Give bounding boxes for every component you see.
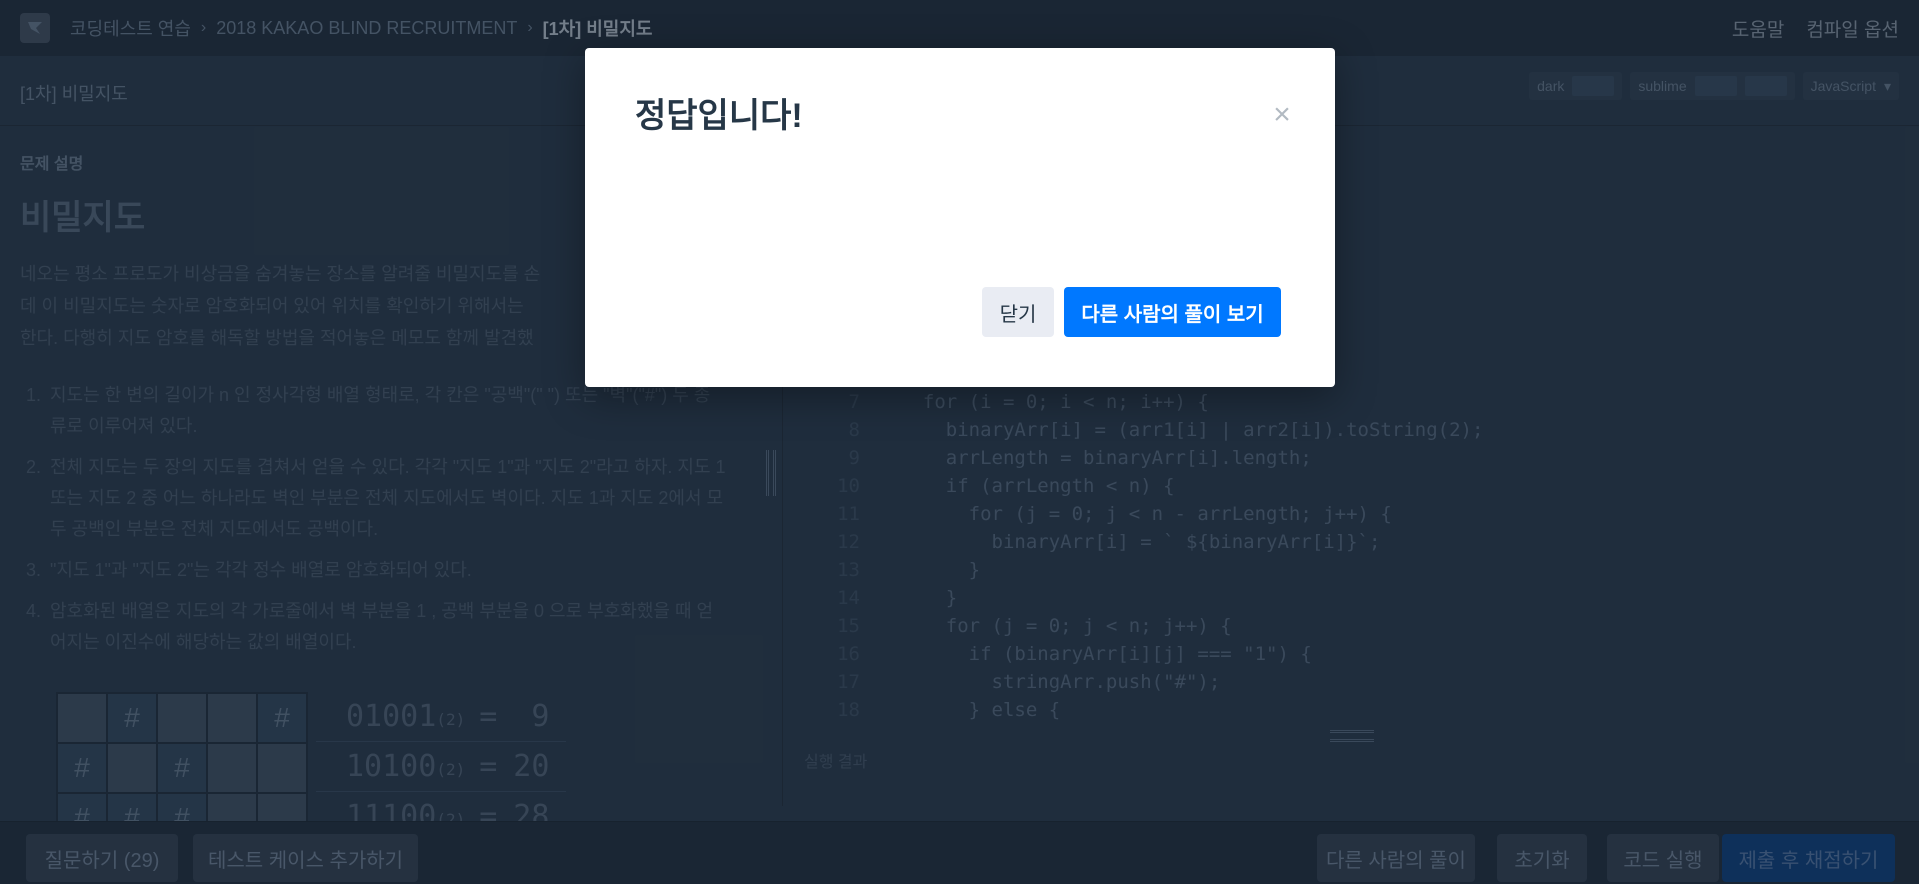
view-others-solutions-button[interactable]: 다른 사람의 풀이 보기 <box>1064 287 1281 337</box>
modal-title: 정답입니다! <box>635 97 803 135</box>
close-button[interactable]: 닫기 <box>982 287 1054 337</box>
close-icon[interactable]: × <box>1265 98 1299 132</box>
result-modal: 정답입니다! × 닫기 다른 사람의 풀이 보기 <box>585 48 1335 387</box>
